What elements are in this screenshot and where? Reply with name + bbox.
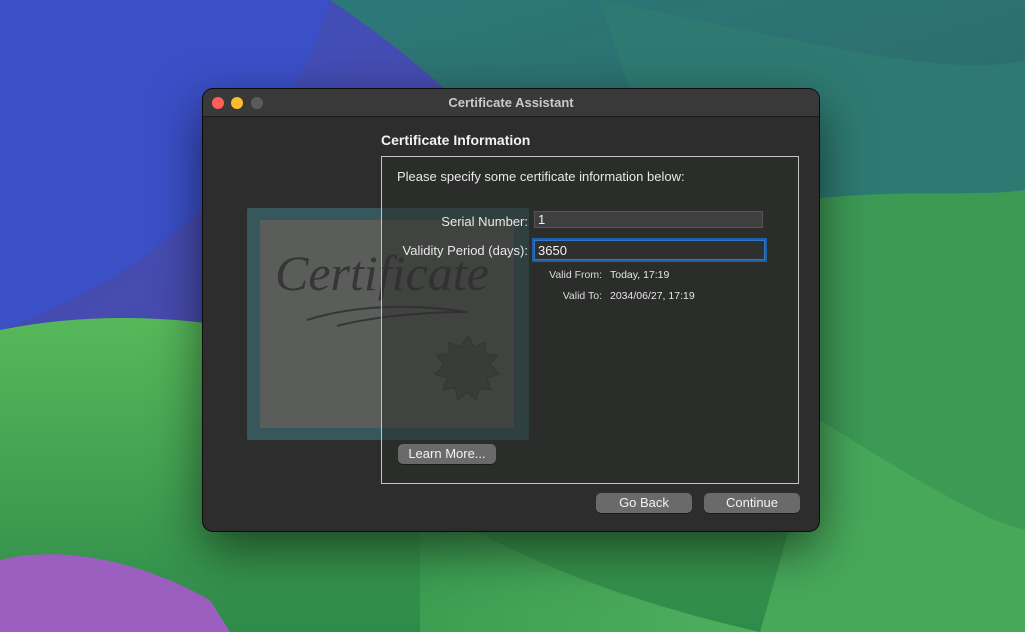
valid-to-label: Valid To: (562, 290, 602, 302)
go-back-button[interactable]: Go Back (596, 493, 692, 513)
validity-period-label: Validity Period (days): (402, 243, 528, 258)
valid-to-value: 2034/06/27, 17:19 (610, 290, 695, 302)
section-title: Certificate Information (381, 132, 531, 148)
title-bar[interactable]: Certificate Assistant (203, 89, 819, 117)
valid-from-label: Valid From: (549, 269, 602, 281)
valid-from-value: Today, 17:19 (610, 269, 670, 281)
certificate-assistant-window: Certificate Assistant Certificate Certif… (203, 89, 819, 531)
window-title: Certificate Assistant (448, 95, 574, 110)
validity-period-field[interactable] (534, 240, 765, 260)
serial-number-field[interactable] (534, 211, 763, 228)
intro-text: Please specify some certificate informat… (397, 169, 685, 184)
learn-more-button[interactable]: Learn More... (398, 444, 496, 464)
certificate-info-panel: Please specify some certificate informat… (381, 156, 799, 484)
continue-button[interactable]: Continue (704, 493, 800, 513)
serial-number-label: Serial Number: (441, 214, 528, 229)
